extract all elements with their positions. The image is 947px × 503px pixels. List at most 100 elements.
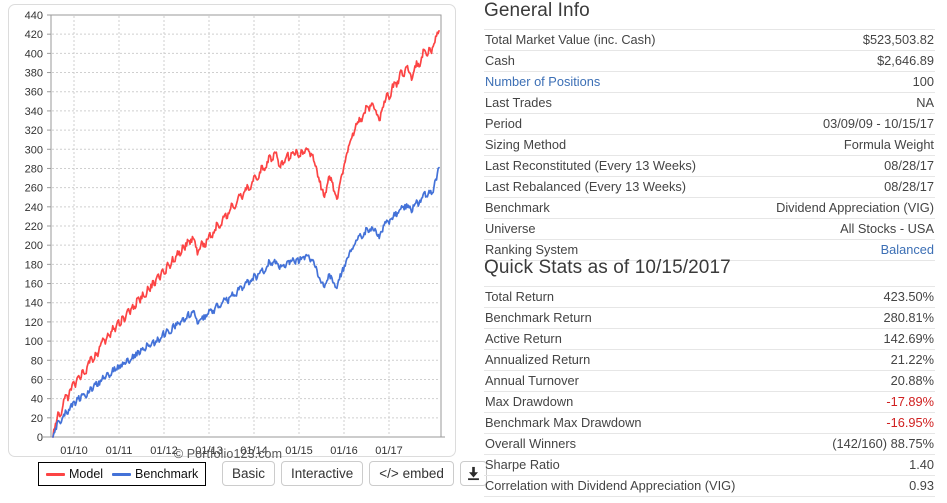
row-value: 423.50%	[803, 286, 935, 308]
info-panel: General Info Total Market Value (inc. Ca…	[484, 0, 947, 503]
general-info-table: Total Market Value (inc. Cash) $523,503.8…	[484, 29, 935, 261]
table-row: Benchmark Dividend Appreciation (VIG)	[484, 197, 935, 219]
svg-text:100: 100	[25, 336, 43, 348]
row-label: Last Trades	[484, 92, 742, 114]
svg-text:120: 120	[25, 317, 43, 329]
row-label: Period	[484, 113, 742, 135]
table-row: Number of Positions 100	[484, 71, 935, 93]
general-info-body: Total Market Value (inc. Cash) $523,503.8…	[484, 29, 935, 261]
embed-button[interactable]: </> embed	[369, 461, 454, 486]
row-value: 20.88%	[803, 370, 935, 392]
row-value: 21.22%	[803, 349, 935, 371]
svg-text:360: 360	[25, 87, 43, 99]
row-label: Cash	[484, 50, 742, 72]
row-value: 0.93	[803, 475, 935, 497]
row-label: Annual Turnover	[484, 370, 804, 392]
table-row: Active Return 142.69%	[484, 328, 935, 350]
chart-legend: Model Benchmark	[38, 462, 207, 486]
row-value: Dividend Appreciation (VIG)	[741, 197, 935, 219]
table-row: Annual Turnover 20.88%	[484, 370, 935, 392]
svg-text:380: 380	[25, 68, 43, 80]
row-label: Benchmark Max Drawdown	[484, 412, 804, 434]
download-icon	[467, 466, 479, 481]
table-row: Total Market Value (inc. Cash) $523,503.8…	[484, 29, 935, 51]
table-row: Universe All Stocks - USA	[484, 218, 935, 240]
table-row: Cash $2,646.89	[484, 50, 935, 72]
row-label: Annualized Return	[484, 349, 804, 371]
performance-chart[interactable]: 0 20 40 60 80 100 120 140 160 180 200 220 240 260 280 3…	[0, 0, 470, 460]
row-value: Formula Weight	[741, 134, 935, 156]
svg-text:320: 320	[25, 125, 43, 137]
quick-stats-heading: Quick Stats as of 10/15/2017	[484, 257, 731, 278]
table-row: Last Rebalanced (Every 13 Weeks) 08/28/17	[484, 176, 935, 198]
svg-text:0: 0	[37, 432, 43, 444]
row-value: (142/160) 88.75%	[803, 433, 935, 455]
row-value: 03/09/09 - 10/15/17	[741, 113, 935, 135]
svg-text:40: 40	[31, 394, 43, 406]
table-row: Sharpe Ratio 1.40	[484, 454, 935, 476]
row-value: $2,646.89	[741, 50, 935, 72]
table-row: Last Trades NA	[484, 92, 935, 114]
svg-text:80: 80	[31, 355, 43, 367]
row-value: 100	[741, 71, 935, 93]
svg-text:180: 180	[25, 259, 43, 271]
quick-stats-body: Total Return 423.50% Benchmark Return 280.8…	[484, 286, 935, 497]
svg-text:400: 400	[25, 48, 43, 60]
interactive-button[interactable]: Interactive	[281, 461, 364, 486]
legend-swatch-benchmark	[112, 472, 132, 476]
row-value: 142.69%	[803, 328, 935, 350]
row-label: Sharpe Ratio	[484, 454, 804, 476]
table-row: Benchmark Return 280.81%	[484, 307, 935, 329]
row-value[interactable]: Balanced	[741, 239, 935, 261]
svg-text:300: 300	[25, 144, 43, 156]
svg-text:140: 140	[25, 298, 43, 310]
row-value: 08/28/17	[741, 176, 935, 198]
row-value: $523,503.82	[741, 29, 935, 51]
legend-entry-model[interactable]: Model	[46, 467, 103, 481]
legend-entry-benchmark[interactable]: Benchmark	[112, 467, 198, 481]
row-label: Last Reconstituted (Every 13 Weeks)	[484, 155, 742, 177]
legend-label-benchmark: Benchmark	[135, 467, 199, 481]
table-row: Last Reconstituted (Every 13 Weeks) 08/28…	[484, 155, 935, 177]
row-value: 08/28/17	[741, 155, 935, 177]
chart-panel: 0 20 40 60 80 100 120 140 160 180 200 220 240 260 280 3…	[0, 0, 487, 503]
download-button[interactable]	[459, 461, 487, 486]
svg-text:60: 60	[31, 374, 43, 386]
chart-toolbar: Basic Interactive </> embed	[222, 461, 487, 486]
copyright-notice: © Portfolio123.com	[173, 447, 283, 461]
row-label: Sizing Method	[484, 134, 742, 156]
row-value: All Stocks - USA	[741, 218, 935, 240]
svg-text:160: 160	[25, 279, 43, 291]
row-label: Benchmark Return	[484, 307, 804, 329]
row-label: Universe	[484, 218, 742, 240]
row-label: Last Rebalanced (Every 13 Weeks)	[484, 176, 742, 198]
row-label: Total Market Value (inc. Cash)	[484, 29, 742, 51]
basic-button[interactable]: Basic	[222, 461, 276, 486]
row-value: NA	[741, 92, 935, 114]
row-label[interactable]: Number of Positions	[484, 71, 742, 93]
svg-text:200: 200	[25, 240, 43, 252]
chart-canvas: 0 20 40 60 80 100 120 140 160 180 200 220 240 260 280 3…	[25, 10, 445, 457]
svg-text:260: 260	[25, 183, 43, 195]
svg-text:420: 420	[25, 29, 43, 41]
row-value: 1.40	[803, 454, 935, 476]
row-label: Active Return	[484, 328, 804, 350]
row-value: 280.81%	[803, 307, 935, 329]
svg-text:440: 440	[25, 10, 43, 22]
svg-text:240: 240	[25, 202, 43, 214]
row-label: Max Drawdown	[484, 391, 804, 413]
svg-text:20: 20	[31, 413, 43, 425]
row-label: Benchmark	[484, 197, 742, 219]
svg-text:220: 220	[25, 221, 43, 233]
general-info-heading: General Info	[484, 0, 590, 21]
legend-swatch-model	[46, 472, 65, 476]
table-row: Benchmark Max Drawdown -16.95%	[484, 412, 935, 434]
table-row: Overall Winners (142/160) 88.75%	[484, 433, 935, 455]
row-label: Overall Winners	[484, 433, 804, 455]
row-label: Total Return	[484, 286, 804, 308]
table-row: Total Return 423.50%	[484, 286, 935, 308]
table-row: Correlation with Dividend Appreciation (…	[484, 475, 935, 497]
row-label: Correlation with Dividend Appreciation (…	[484, 475, 804, 497]
row-value: -17.89%	[803, 391, 935, 413]
svg-text:280: 280	[25, 163, 43, 175]
